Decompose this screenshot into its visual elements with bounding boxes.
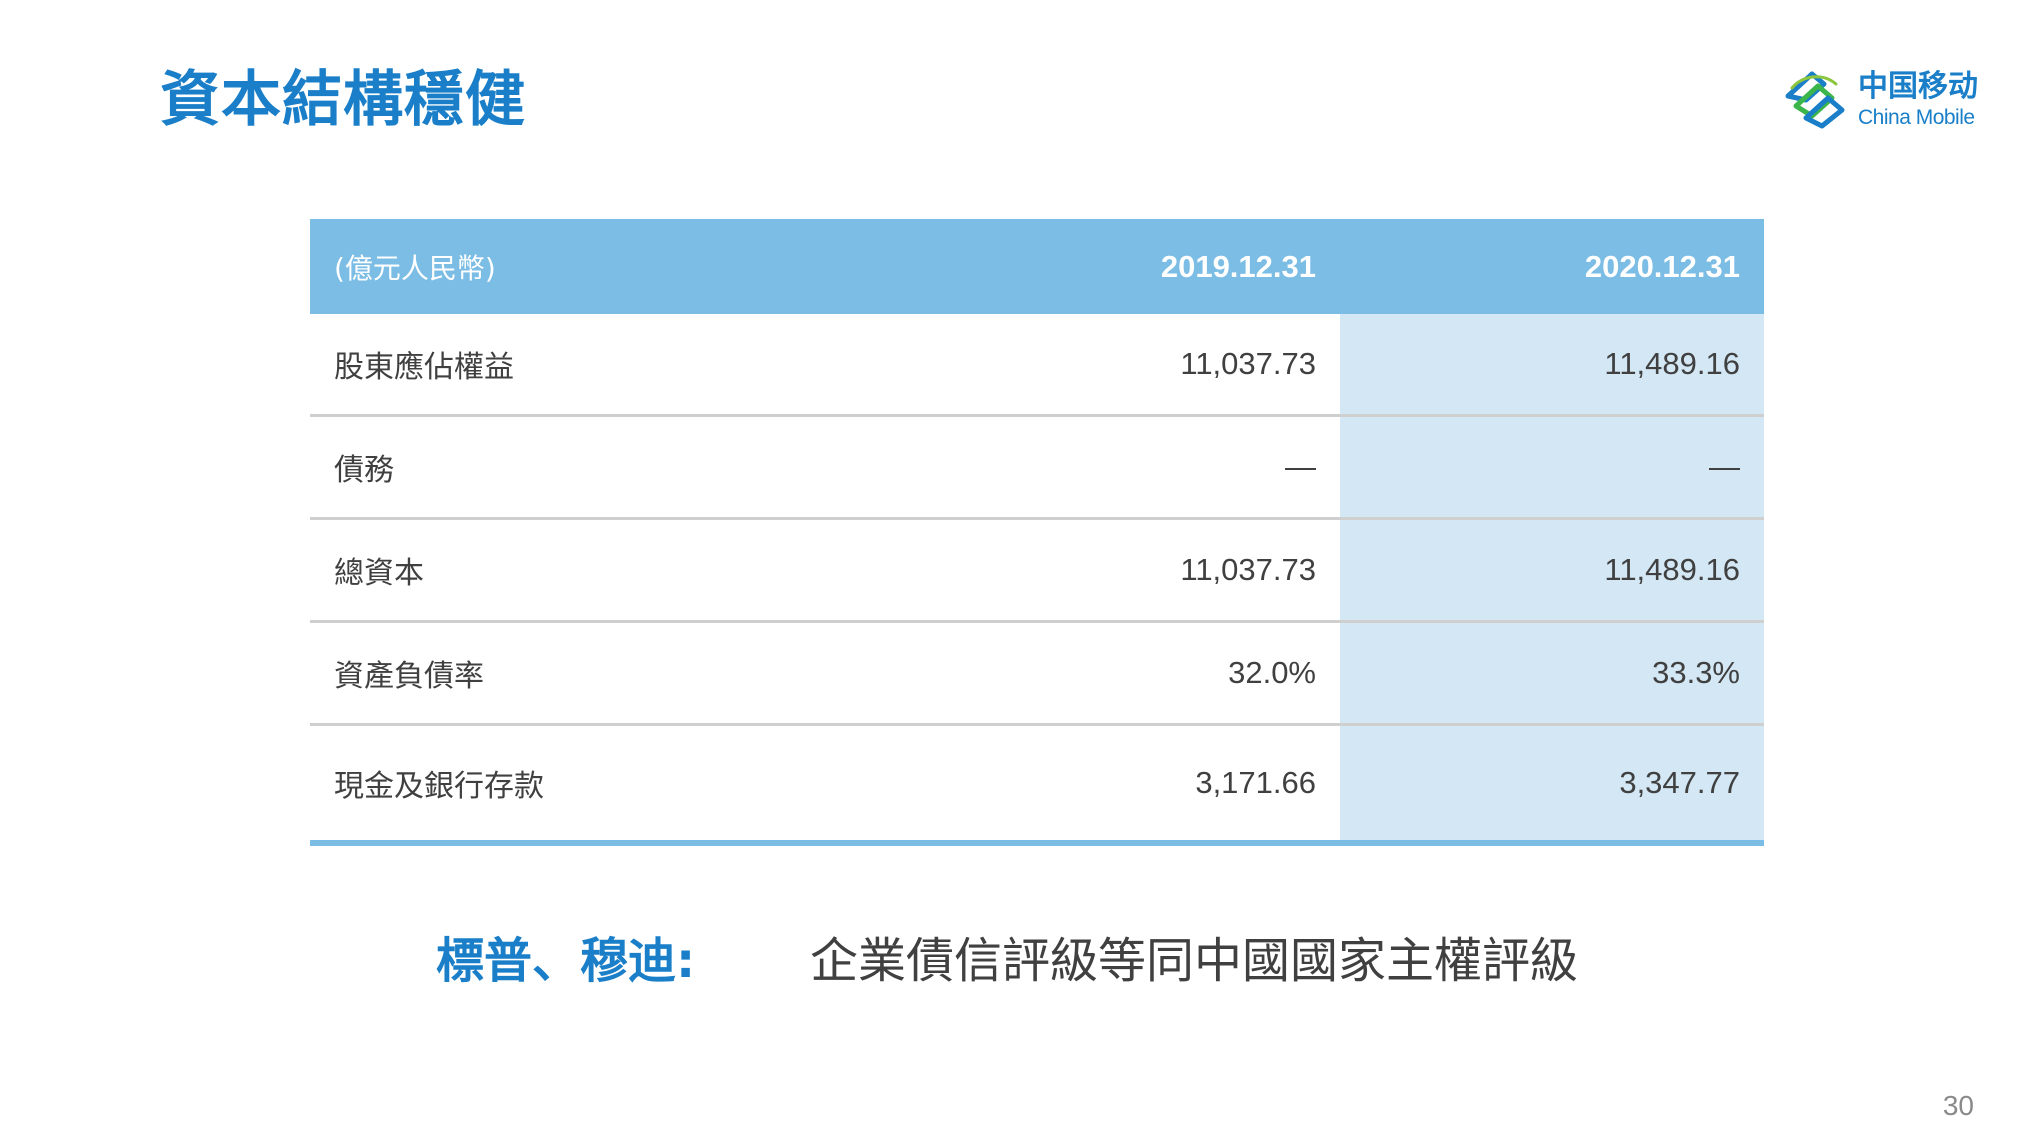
slide-title: 資本結構穩健 <box>160 65 526 135</box>
rating-description: 企業債信評級等同中國國家主權評級 <box>810 933 1579 989</box>
value-2020: 11,489.16 <box>1340 518 1764 623</box>
logo-name-cn: 中国移动 <box>1858 69 1978 104</box>
page-number: 30 <box>1942 1090 1974 1121</box>
capital-structure-table-container: (億元人民幣) 2019.12.31 2020.12.31 股東應佔權益 11,… <box>310 219 1764 846</box>
table-header-row: (億元人民幣) 2019.12.31 2020.12.31 <box>310 219 1764 314</box>
value-2019: 3,171.66 <box>864 724 1340 846</box>
china-mobile-logo: 中国移动 China Mobile <box>1782 66 1992 136</box>
value-2019: — <box>864 415 1340 520</box>
column-header-2020: 2020.12.31 <box>1340 219 1764 314</box>
table-row: 債務 — — <box>310 415 1764 520</box>
row-label: 現金及銀行存款 <box>310 724 864 846</box>
unit-label: (億元人民幣) <box>310 219 864 314</box>
value-2019: 11,037.73 <box>864 518 1340 623</box>
value-2020: — <box>1340 415 1764 520</box>
row-label: 總資本 <box>310 518 864 623</box>
column-header-2019: 2019.12.31 <box>864 219 1340 314</box>
logo-name-en: China Mobile <box>1858 106 1975 129</box>
row-label: 債務 <box>310 415 864 520</box>
value-2020: 11,489.16 <box>1340 314 1764 417</box>
capital-structure-table: (億元人民幣) 2019.12.31 2020.12.31 股東應佔權益 11,… <box>310 219 1764 846</box>
row-label: 股東應佔權益 <box>310 314 864 417</box>
table-row: 股東應佔權益 11,037.73 11,489.16 <box>310 314 1764 417</box>
table-row: 現金及銀行存款 3,171.66 3,347.77 <box>310 724 1764 846</box>
value-2019: 32.0% <box>864 621 1340 726</box>
value-2020: 3,347.77 <box>1340 724 1764 846</box>
china-mobile-logo-icon <box>1785 71 1845 129</box>
table-row: 資產負債率 32.0% 33.3% <box>310 621 1764 726</box>
row-label: 資產負債率 <box>310 621 864 726</box>
value-2020: 33.3% <box>1340 621 1764 726</box>
table-row: 總資本 11,037.73 11,489.16 <box>310 518 1764 623</box>
rating-agencies-label: 標普、穆迪: <box>436 933 696 989</box>
value-2019: 11,037.73 <box>864 314 1340 417</box>
